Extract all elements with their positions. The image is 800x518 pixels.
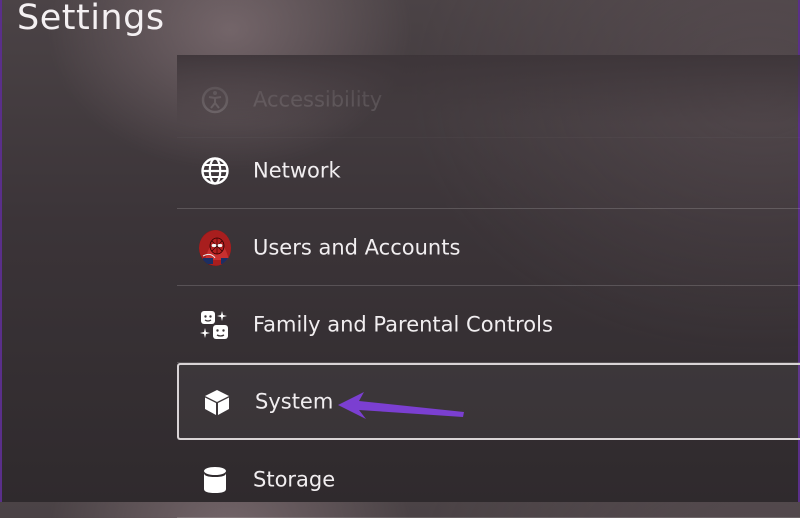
menu-item-label: Family and Parental Controls	[253, 312, 553, 337]
avatar	[199, 229, 231, 266]
menu-item-label: Network	[253, 158, 341, 183]
annotation-arrow-icon	[338, 392, 464, 419]
accessibility-icon	[199, 84, 231, 116]
menu-item-family-and-parental-controls[interactable]: Family and Parental Controls	[177, 286, 800, 363]
page-title: Settings	[17, 0, 165, 38]
globe-icon	[199, 155, 231, 187]
menu-item-users-and-accounts[interactable]: Users and Accounts	[177, 209, 800, 286]
menu-item-label: Storage	[253, 467, 336, 492]
menu-item-accessibility[interactable]: Accessibility	[177, 61, 800, 138]
menu-item-label: Users and Accounts	[253, 235, 461, 260]
cube-icon	[201, 386, 233, 418]
menu-item-storage[interactable]: Storage	[177, 441, 800, 518]
menu-item-system[interactable]: System	[177, 363, 800, 440]
menu-item-label: Accessibility	[253, 87, 383, 112]
menu-item-network[interactable]: Network	[177, 132, 800, 209]
database-icon	[199, 464, 231, 496]
menu-item-label: System	[255, 389, 334, 414]
user-avatar	[199, 229, 231, 266]
family-icon	[199, 309, 231, 341]
